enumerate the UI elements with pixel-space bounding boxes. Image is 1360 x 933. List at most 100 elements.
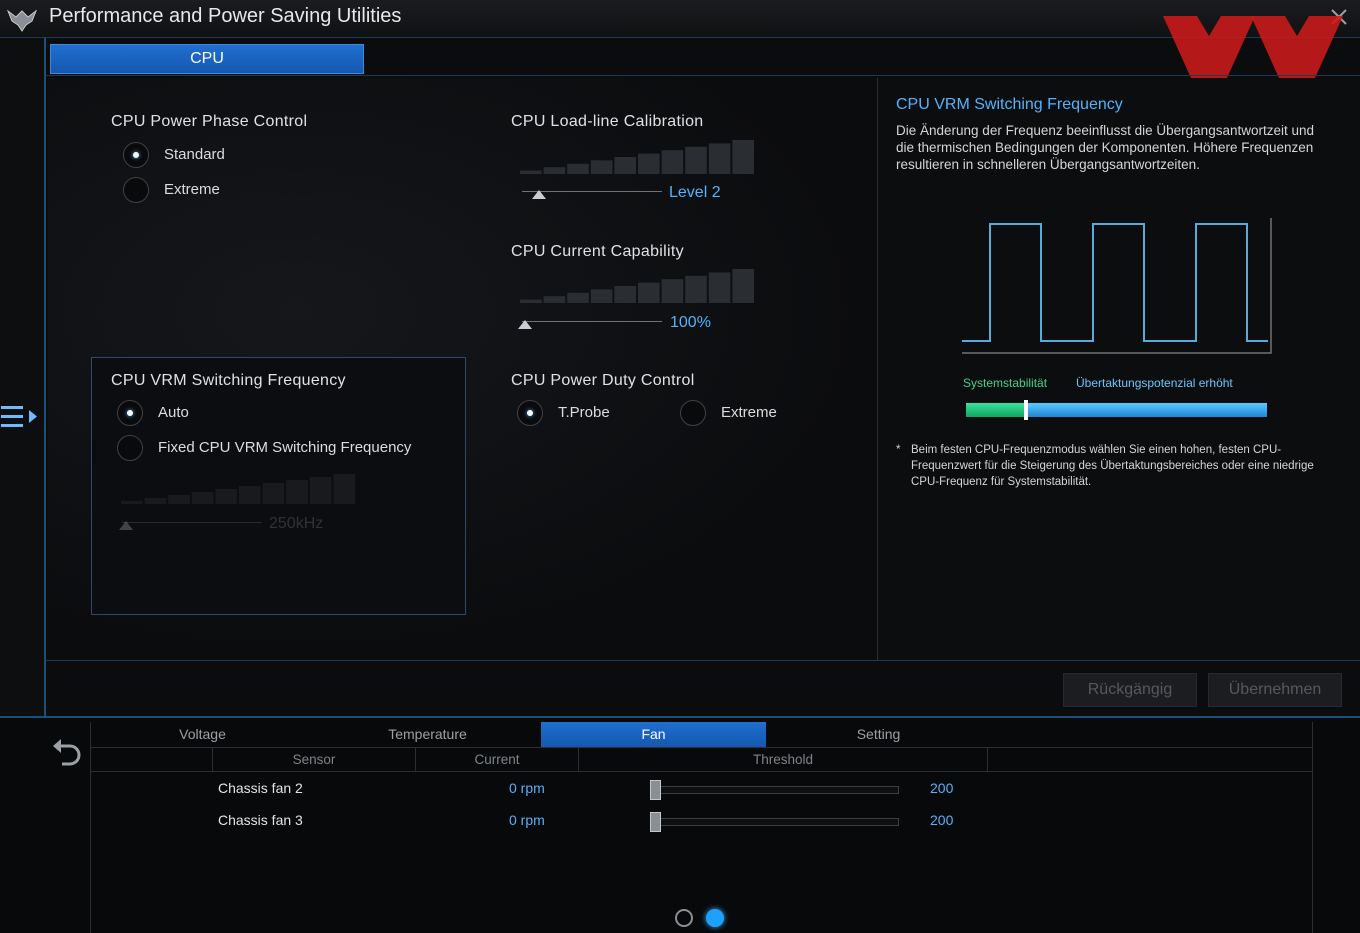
back-arrow-icon[interactable] [50, 736, 84, 768]
ramp-step [685, 275, 707, 303]
tab-voltage[interactable]: Voltage [90, 722, 315, 747]
ramp-step [661, 279, 684, 303]
ramp-step [239, 486, 261, 504]
tab-strip: CPU [46, 40, 1360, 76]
col-blank-header-right [988, 748, 1312, 772]
left-rail [0, 38, 46, 716]
current-capability-slider-track[interactable] [522, 321, 662, 322]
duty-control-label: CPU Power Duty Control [511, 372, 695, 389]
vrm-auto-radio[interactable] [117, 400, 143, 426]
ramp-step [590, 289, 613, 303]
col-blank-header [90, 748, 212, 772]
ramp-step [191, 492, 214, 504]
fan-row-current: 0 rpm [509, 812, 545, 828]
loadline-level-graphic [520, 140, 754, 174]
ramp-step [309, 477, 332, 504]
column-divider [578, 748, 579, 772]
vrm-fixed-value: 250kHz [269, 515, 324, 532]
vrm-fixed-radio[interactable] [117, 435, 143, 461]
stability-bar [966, 400, 1267, 420]
ramp-step [590, 160, 613, 174]
loadline-value: Level 2 [669, 184, 721, 201]
loadline-label: CPU Load-line Calibration [511, 113, 704, 130]
fan-threshold-slider-thumb[interactable] [650, 812, 661, 832]
phase-standard-label: Standard [164, 146, 225, 163]
column-divider [987, 748, 988, 772]
apply-button[interactable]: Übernehmen [1208, 673, 1342, 707]
monitor-tab-bar: Voltage Temperature Fan Setting [90, 722, 1313, 748]
stability-label: Systemstabilität [963, 376, 1048, 390]
col-current-header: Current [416, 748, 578, 772]
ramp-step [732, 140, 754, 174]
vrm-fixed-slider-track [122, 522, 262, 523]
app-title: Performance and Power Saving Utilities [49, 5, 402, 27]
fan-row-threshold: 200 [930, 812, 954, 828]
footnote-text: Beim festen CPU-Frequenzmodus wählen Sie… [911, 444, 1314, 488]
vrm-fixed-label: Fixed CPU VRM Switching Frequency [158, 439, 412, 456]
tab-cpu[interactable]: CPU [50, 44, 364, 74]
ramp-step [614, 157, 636, 174]
ramp-step [543, 296, 566, 303]
col-threshold-header: Threshold [579, 748, 987, 772]
duty-tprobe-radio[interactable] [517, 400, 543, 426]
col-sensor-header: Sensor [213, 748, 415, 772]
phase-extreme-radio[interactable] [123, 177, 149, 203]
ramp-step [567, 292, 589, 303]
current-capability-label: CPU Current Capability [511, 243, 684, 260]
tuf-logo-icon [6, 9, 38, 32]
ramp-step [567, 163, 589, 174]
phase-standard-radio[interactable] [123, 142, 149, 168]
ramp-step [286, 480, 308, 504]
stability-bar-fill [966, 403, 1027, 417]
footnote-star: * [896, 444, 901, 456]
column-divider [212, 748, 213, 772]
current-capability-level-graphic [520, 269, 754, 303]
info-title: CPU VRM Switching Frequency [896, 96, 1123, 113]
phase-extreme-label: Extreme [164, 181, 220, 198]
menu-toggle-icon[interactable] [0, 402, 40, 434]
ramp-step [661, 150, 684, 174]
fan-threshold-slider-track[interactable] [655, 818, 899, 826]
column-divider [415, 748, 416, 772]
ramp-step [543, 167, 566, 174]
ramp-step [638, 282, 660, 303]
current-capability-value: 100% [670, 314, 711, 331]
page-dot-2[interactable] [706, 909, 724, 927]
tab-fan[interactable]: Fan [541, 722, 766, 747]
vrm-auto-label: Auto [158, 404, 189, 421]
fan-threshold-slider-thumb[interactable] [650, 780, 661, 800]
fan-threshold-slider-track[interactable] [655, 786, 899, 794]
ramp-step [168, 495, 190, 504]
overclock-potential-label: Übertaktungspotenzial erhöht [1076, 376, 1233, 390]
stability-bar-marker [1024, 400, 1029, 420]
ramp-step [262, 483, 285, 504]
phase-control-label: CPU Power Phase Control [111, 113, 308, 130]
tab-setting[interactable]: Setting [766, 722, 991, 747]
ramp-step [520, 170, 542, 174]
vrm-fixed-level-graphic [121, 474, 355, 504]
ramp-step [144, 498, 167, 504]
ramp-step [121, 501, 143, 504]
ramp-step [520, 299, 542, 303]
duty-extreme-radio[interactable] [680, 400, 706, 426]
tab-temperature[interactable]: Temperature [315, 722, 540, 747]
vrm-fixed-slider-thumb [119, 521, 133, 530]
fan-row-sensor: Chassis fan 2 [218, 780, 303, 796]
square-wave-graphic [962, 218, 1272, 354]
current-capability-slider-thumb[interactable] [517, 320, 532, 329]
ramp-step [708, 143, 731, 174]
duty-tprobe-label: T.Probe [558, 404, 610, 421]
ramp-step [638, 153, 660, 174]
ramp-step [732, 269, 754, 303]
ramp-step [708, 272, 731, 303]
fan-row-sensor: Chassis fan 3 [218, 812, 303, 828]
vrm-switching-label: CPU VRM Switching Frequency [111, 372, 346, 389]
loadline-slider-thumb[interactable] [531, 190, 546, 199]
duty-extreme-label: Extreme [721, 404, 777, 421]
ramp-step [215, 489, 237, 504]
page-dot-1[interactable] [675, 909, 693, 927]
fan-row-threshold: 200 [930, 780, 954, 796]
undo-button[interactable]: Rückgängig [1063, 673, 1197, 707]
ramp-step [685, 146, 707, 174]
fan-row-current: 0 rpm [509, 780, 545, 796]
